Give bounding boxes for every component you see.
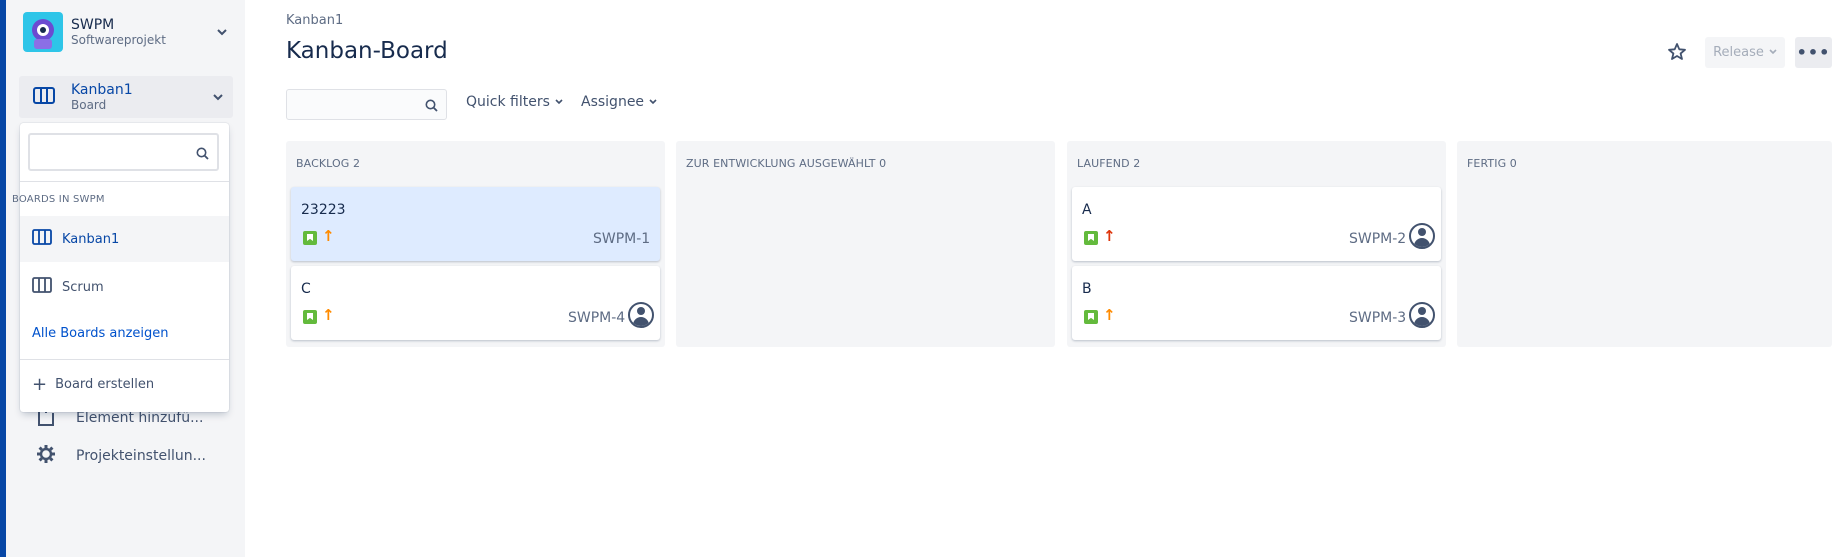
chevron-down-icon[interactable] [217, 25, 227, 39]
sidebar-item-label: Projekteinstellun... [76, 448, 206, 464]
column-heading: ZUR ENTWICKLUNG AUSGEWÄHLT 0 [686, 157, 887, 170]
star-button[interactable] [1667, 42, 1693, 68]
priority-medium-icon: ↑ [1103, 306, 1116, 324]
release-button[interactable]: Release [1705, 37, 1785, 68]
assignee-avatar-icon[interactable] [1409, 223, 1435, 249]
star-icon [1667, 43, 1687, 66]
board-column-done: FERTIG 0 [1457, 141, 1832, 347]
issue-card-swpm-3[interactable]: B ↑ SWPM-3 [1072, 266, 1441, 340]
breadcrumb[interactable]: Kanban1 [286, 13, 343, 28]
priority-high-icon: ↑ [1103, 227, 1116, 245]
project-avatar [23, 12, 63, 52]
card-title: C [301, 281, 311, 297]
board-search-field[interactable] [28, 133, 219, 171]
board-switcher-subtitle: Board [71, 98, 107, 112]
board-switcher[interactable]: Kanban1 Board [19, 76, 233, 118]
filter-search-input[interactable] [287, 90, 412, 119]
create-board-label: Board erstellen [55, 377, 155, 392]
column-heading: BACKLOG 2 [296, 157, 361, 170]
project-header[interactable]: SWPM Softwareprojekt [23, 11, 233, 53]
board-item-label: Scrum [62, 279, 104, 295]
board-item-kanban1[interactable]: Kanban1 [20, 216, 229, 262]
board-column-backlog: BACKLOG 2 23223 ↑ SWPM-1 C ↑ SWPM-4 [286, 141, 665, 347]
card-title: 23223 [301, 202, 346, 218]
column-heading: FERTIG 0 [1467, 157, 1517, 170]
chevron-down-icon [649, 97, 657, 108]
story-icon [303, 310, 317, 324]
board-search-input[interactable] [30, 135, 190, 169]
plus-icon: + [32, 373, 48, 395]
assignee-dropdown[interactable]: Assignee [581, 94, 657, 110]
card-key: SWPM-1 [593, 231, 651, 247]
issue-card-swpm-2[interactable]: A ↑ SWPM-2 [1072, 187, 1441, 261]
gear-icon [36, 444, 56, 468]
priority-medium-icon: ↑ [322, 227, 335, 245]
divider [20, 359, 229, 360]
card-title: B [1082, 281, 1092, 297]
search-icon [196, 145, 209, 164]
board-switcher-name: Kanban1 [71, 82, 133, 98]
board-item-scrum[interactable]: Scrum [20, 264, 229, 310]
page-title: Kanban-Board [286, 38, 448, 64]
quick-filters-dropdown[interactable]: Quick filters [466, 94, 563, 110]
create-board-button[interactable]: + Board erstellen [32, 373, 155, 395]
release-label: Release [1713, 45, 1764, 60]
project-name: SWPM [71, 17, 115, 33]
card-title: A [1082, 202, 1092, 218]
story-icon [303, 231, 317, 245]
assignee-avatar-icon[interactable] [1409, 302, 1435, 328]
card-key: SWPM-4 [568, 310, 626, 326]
board-column-selected-for-development: ZUR ENTWICKLUNG AUSGEWÄHLT 0 [676, 141, 1055, 347]
issue-card-swpm-1[interactable]: 23223 ↑ SWPM-1 [291, 187, 660, 261]
chevron-down-icon[interactable] [213, 90, 223, 104]
issue-card-swpm-4[interactable]: C ↑ SWPM-4 [291, 266, 660, 340]
more-icon: ••• [1796, 43, 1831, 62]
assignee-avatar-icon[interactable] [628, 302, 654, 328]
card-key: SWPM-3 [1349, 310, 1407, 326]
chevron-down-icon [555, 97, 563, 108]
story-icon [1084, 231, 1098, 245]
board-filter-search[interactable] [286, 89, 447, 120]
more-actions-button[interactable]: ••• [1795, 37, 1832, 68]
project-subtitle: Softwareprojekt [71, 33, 166, 47]
search-icon [425, 97, 438, 116]
boards-section-heading: BOARDS IN SWPM [12, 194, 105, 205]
board-item-label: Kanban1 [62, 231, 120, 247]
card-key: SWPM-2 [1349, 231, 1407, 247]
divider [20, 181, 229, 182]
priority-medium-icon: ↑ [322, 306, 335, 324]
quick-filters-label: Quick filters [466, 94, 550, 110]
sidebar-item-label: Element hinzufü... [76, 410, 204, 426]
column-heading: LAUFEND 2 [1077, 157, 1141, 170]
assignee-label: Assignee [581, 94, 645, 110]
story-icon [1084, 310, 1098, 324]
chevron-down-icon [1769, 48, 1777, 58]
board-icon [32, 277, 52, 297]
show-all-boards-link[interactable]: Alle Boards anzeigen [32, 326, 169, 341]
board-icon [32, 229, 52, 249]
board-icon [33, 86, 55, 110]
sidebar-item-project-settings[interactable]: Projekteinstellun... [36, 444, 206, 468]
board-column-in-progress: LAUFEND 2 A ↑ SWPM-2 B ↑ SWPM-3 [1067, 141, 1446, 347]
